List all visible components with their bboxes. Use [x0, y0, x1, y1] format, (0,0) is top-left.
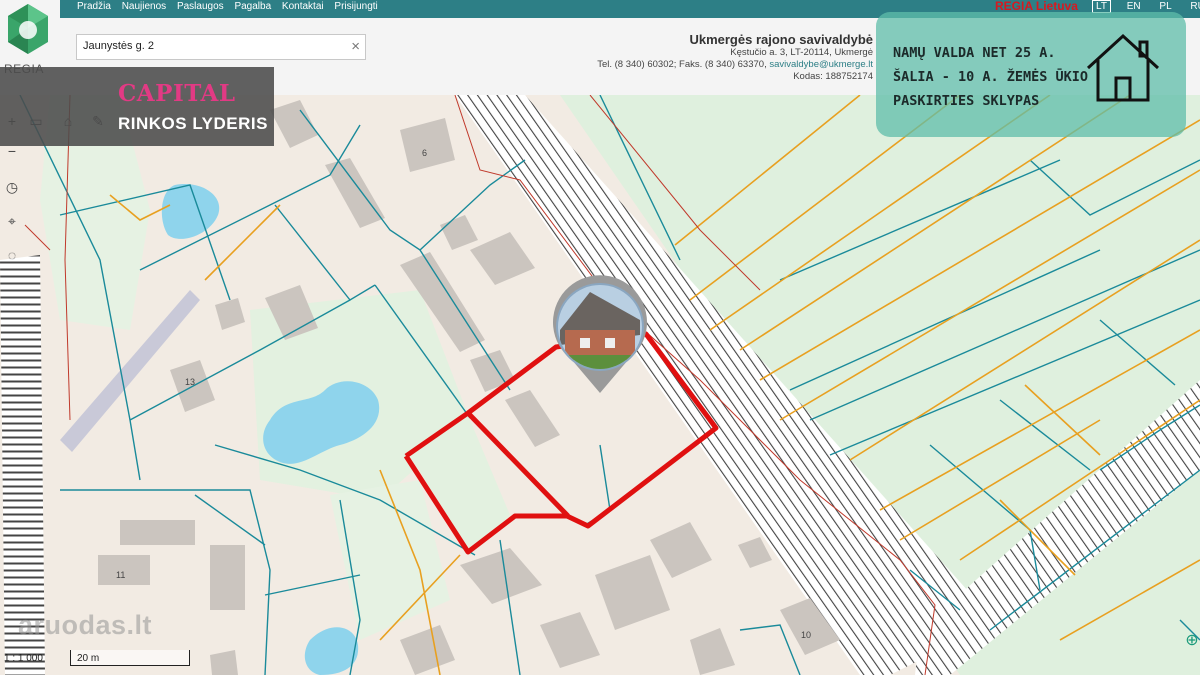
house-number-6: 6	[422, 148, 427, 158]
municipality-email[interactable]: savivaldybe@ukmerge.lt	[769, 59, 873, 70]
nav-link-paslaugos[interactable]: Paslaugos	[177, 1, 224, 12]
clear-search-icon[interactable]: ×	[351, 38, 360, 55]
capital-logo: CAPITAL	[118, 80, 236, 107]
municipality-address: Kęstučio a. 3, LT-20114, Ukmergė	[730, 47, 873, 58]
municipality-name: Ukmergės rajono savivaldybė	[689, 32, 873, 47]
scale-bar: 20 m	[70, 650, 190, 666]
listing-info-box: NAMŲ VALDA NET 25 A. ŠALIA - 10 A. ŽEMĖS…	[876, 12, 1186, 137]
lang-ru[interactable]: RU	[1187, 1, 1200, 12]
house-number-10: 10	[801, 630, 811, 640]
nav-link-kontaktai[interactable]: Kontaktai	[282, 1, 324, 12]
lang-pl[interactable]: PL	[1156, 1, 1174, 12]
regia-leaf-icon	[8, 4, 48, 54]
clock-icon[interactable]: ◷	[0, 177, 24, 197]
municipality-info: Ukmergės rajono savivaldybė Kęstučio a. …	[560, 32, 873, 83]
house-number-13: 13	[185, 377, 195, 387]
nav-link-prisijungti[interactable]: Prisijungti	[334, 1, 377, 12]
lang-en[interactable]: EN	[1124, 1, 1144, 12]
scale-ratio: 1 : 1 000	[4, 653, 43, 664]
nav-link-pagalba[interactable]: Pagalba	[234, 1, 271, 12]
listing-info-text: NAMŲ VALDA NET 25 A. ŠALIA - 10 A. ŽEMĖS…	[893, 41, 1088, 113]
info-line-1: NAMŲ VALDA NET 25 A.	[893, 45, 1056, 61]
capital-slogan: RINKOS LYDERIS	[118, 114, 268, 133]
info-line-3: PASKIRTIES SKLYPAS	[893, 93, 1040, 109]
compass-icon[interactable]: ⊕	[1180, 630, 1200, 650]
municipality-contacts: Tel. (8 340) 60302; Faks. (8 340) 63370,…	[560, 59, 873, 71]
nav-link-naujienos[interactable]: Naujienos	[122, 1, 166, 12]
municipality-phone: Tel. (8 340) 60302; Faks. (8 340) 63370,	[597, 59, 767, 70]
municipality-code: Kodas: 188752174	[793, 71, 873, 82]
top-nav-links: Pradžia Naujienos Paslaugos Pagalba Kont…	[77, 1, 386, 12]
cadastral-map[interactable]: 6 13 11 10 + ▭ ⌂ ✎ − ◷ ⌖ ◌ ⊕	[0, 95, 1200, 675]
address-search: ×	[76, 34, 366, 60]
capital-banner: CAPITAL RINKOS LYDERIS	[0, 67, 274, 146]
nav-link-pradzia[interactable]: Pradžia	[77, 1, 111, 12]
locate-icon[interactable]: ⌖	[0, 211, 24, 231]
house-icon	[1086, 33, 1160, 102]
house-number-11: 11	[116, 570, 125, 580]
search-input[interactable]	[83, 40, 343, 52]
lasso-icon[interactable]: ◌	[0, 245, 24, 265]
info-line-2: ŠALIA - 10 A. ŽEMĖS ŪKIO	[893, 69, 1089, 85]
map-canvas[interactable]: 6 13 11 10	[0, 95, 1200, 675]
watermark: aruodas.lt	[18, 610, 153, 640]
